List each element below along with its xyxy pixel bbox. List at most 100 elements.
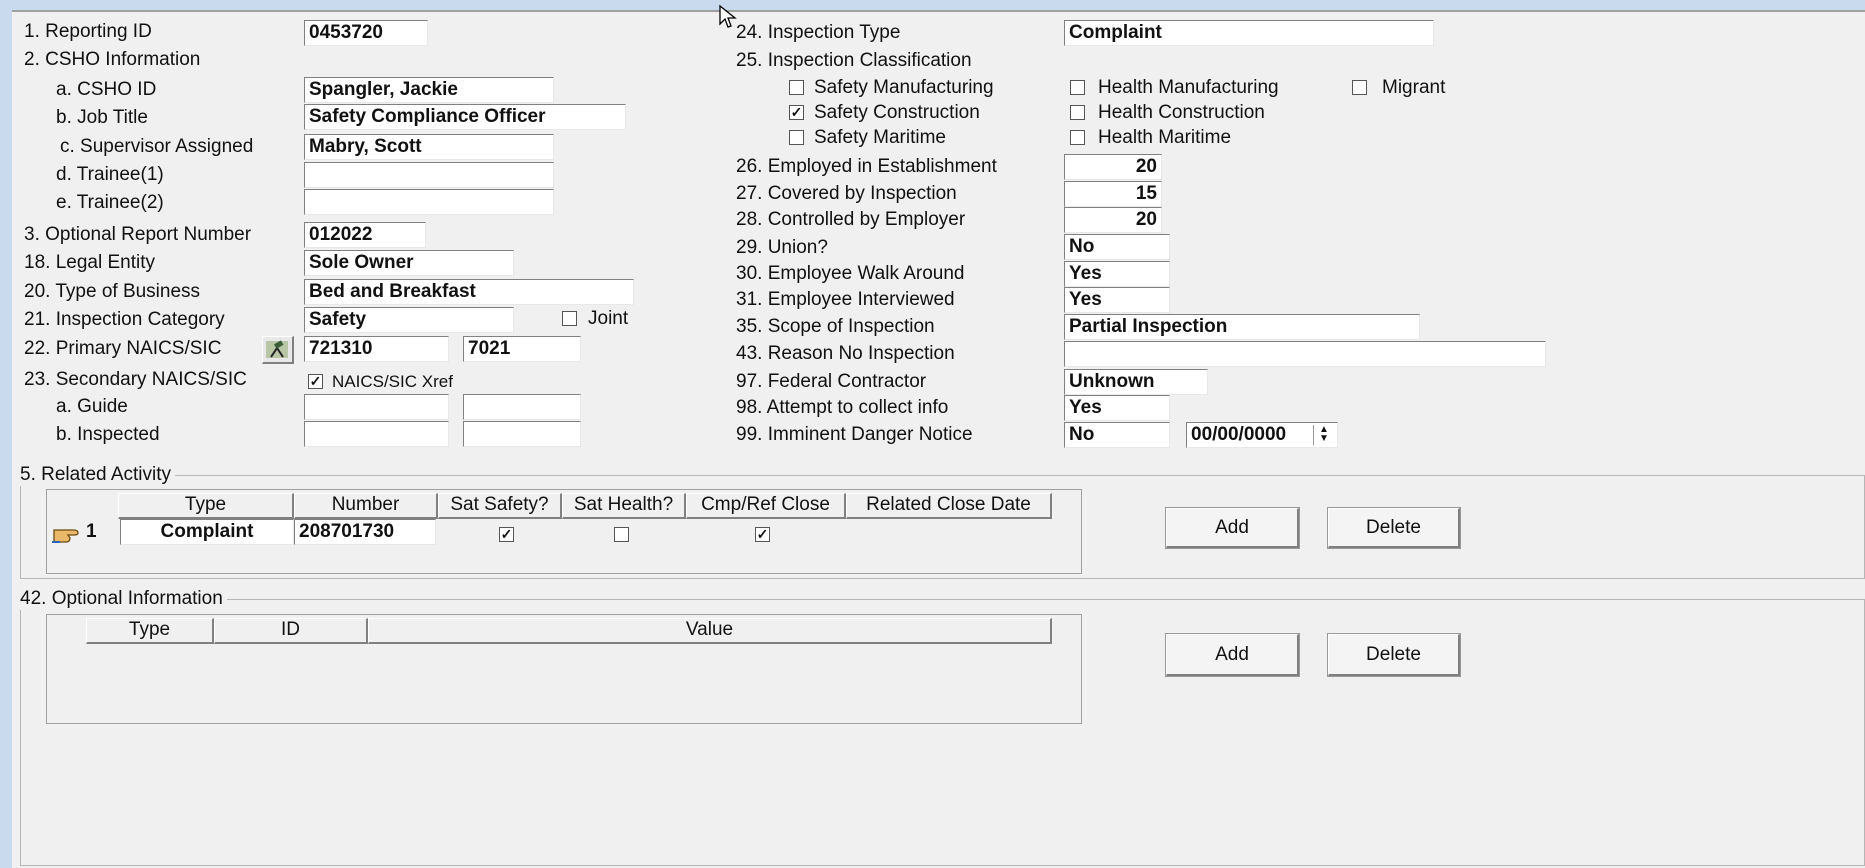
col-header-sat-health[interactable]: Sat Health? (562, 493, 686, 519)
joint-checkbox[interactable] (562, 311, 577, 326)
naics-xref-checkbox[interactable]: ✓ (308, 374, 323, 389)
row-sat-health-checkbox[interactable] (614, 527, 629, 542)
health-maritime-label: Health Maritime (1098, 127, 1232, 148)
inspected-naics-field[interactable] (304, 421, 449, 447)
guide-sic-field[interactable] (463, 394, 581, 420)
imminent-danger-date: 00/00/0000 (1191, 424, 1287, 445)
guide-naics-field[interactable] (304, 394, 449, 420)
health-construction-label: Health Construction (1098, 102, 1265, 123)
trainee1-field[interactable] (304, 162, 554, 188)
inspection-classification-label: 25. Inspection Classification (736, 50, 972, 71)
inspection-type-label: 24. Inspection Type (736, 22, 901, 43)
safety-maritime-checkbox[interactable] (789, 130, 804, 145)
supervisor-field[interactable]: Mabry, Scott (304, 134, 554, 160)
trainee2-label: e. Trainee(2) (56, 192, 164, 213)
row-type-cell[interactable]: Complaint (120, 519, 294, 545)
inspection-category-label: 21. Inspection Category (24, 309, 225, 330)
optional-information-add-button[interactable]: Add (1165, 633, 1300, 677)
safety-manufacturing-label: Safety Manufacturing (814, 77, 994, 98)
optional-information-title: 42. Optional Information (16, 588, 227, 610)
date-spinner-icon[interactable]: ▲ ▼ (1313, 425, 1334, 445)
interviewed-label: 31. Employee Interviewed (736, 289, 955, 310)
primary-naics-label: 22. Primary NAICS/SIC (24, 338, 222, 359)
trainee2-field[interactable] (304, 189, 554, 215)
imminent-danger-date-field[interactable]: 00/00/0000 ▲ ▼ (1186, 422, 1338, 448)
col-header-number[interactable]: Number (294, 493, 438, 519)
csho-id-field[interactable]: Spangler, Jackie (304, 77, 554, 103)
naics-xref-label: NAICS/SIC Xref (332, 372, 453, 391)
walk-around-field[interactable]: Yes (1064, 261, 1170, 287)
safety-maritime-label: Safety Maritime (814, 127, 946, 148)
csho-id-label: a. CSHO ID (56, 79, 157, 100)
attempt-collect-field[interactable]: Yes (1064, 395, 1170, 421)
table-row[interactable]: 1 Complaint 208701730 ✓ ✓ (48, 518, 1058, 546)
reporting-id-label: 1. Reporting ID (24, 21, 152, 42)
row-cmp-ref-close-checkbox[interactable]: ✓ (755, 527, 770, 542)
controlled-field[interactable]: 20 (1064, 207, 1162, 233)
safety-manufacturing-checkbox[interactable] (789, 80, 804, 95)
reason-no-inspection-label: 43. Reason No Inspection (736, 343, 955, 364)
related-activity-delete-button[interactable]: Delete (1327, 507, 1461, 549)
joint-label: Joint (588, 308, 629, 329)
naics-lookup-button[interactable] (262, 336, 294, 364)
safety-construction-label: Safety Construction (814, 102, 980, 123)
secondary-naics-label: 23. Secondary NAICS/SIC (24, 369, 247, 390)
health-construction-checkbox[interactable] (1070, 105, 1085, 120)
optional-report-number-field[interactable]: 012022 (304, 222, 426, 248)
related-activity-title: 5. Related Activity (16, 464, 176, 486)
type-of-business-field[interactable]: Bed and Breakfast (304, 279, 634, 305)
legal-entity-label: 18. Legal Entity (24, 252, 155, 273)
health-maritime-checkbox[interactable] (1070, 130, 1085, 145)
job-title-label: b. Job Title (56, 107, 148, 128)
col-header-sat-safety[interactable]: Sat Safety? (438, 493, 562, 519)
federal-contractor-field[interactable]: Unknown (1064, 369, 1208, 395)
reason-no-inspection-field[interactable] (1064, 341, 1546, 367)
attempt-collect-label: 98. Attempt to collect info (736, 397, 949, 418)
reporting-id-field[interactable]: 0453720 (304, 20, 428, 46)
job-title-field[interactable]: Safety Compliance Officer (304, 104, 626, 130)
union-label: 29. Union? (736, 237, 828, 258)
row-number-cell[interactable]: 208701730 (294, 519, 436, 545)
col-header-type[interactable]: Type (118, 493, 294, 519)
scope-label: 35. Scope of Inspection (736, 316, 935, 337)
legal-entity-field[interactable]: Sole Owner (304, 250, 514, 276)
migrant-checkbox[interactable] (1352, 80, 1367, 95)
employed-field[interactable]: 20 (1064, 154, 1162, 180)
opt-col-header-value[interactable]: Value (368, 618, 1052, 644)
row-sat-safety-checkbox[interactable]: ✓ (499, 527, 514, 542)
optional-report-number-label: 3. Optional Report Number (24, 224, 252, 245)
employed-label: 26. Employed in Establishment (736, 156, 997, 177)
covered-label: 27. Covered by Inspection (736, 183, 957, 204)
imminent-danger-label: 99. Imminent Danger Notice (736, 424, 973, 445)
primary-sic-field[interactable]: 7021 (463, 336, 581, 362)
type-of-business-label: 20. Type of Business (24, 281, 201, 302)
covered-field[interactable]: 15 (1064, 181, 1162, 207)
col-header-cmp-ref-close[interactable]: Cmp/Ref Close (686, 493, 846, 519)
optional-information-delete-button[interactable]: Delete (1327, 633, 1461, 677)
col-header-related-close-date[interactable]: Related Close Date (846, 493, 1052, 519)
trainee1-label: d. Trainee(1) (56, 164, 164, 185)
inspected-sic-field[interactable] (463, 421, 581, 447)
health-manufacturing-label: Health Manufacturing (1098, 77, 1279, 98)
federal-contractor-label: 97. Federal Contractor (736, 371, 927, 392)
opt-col-header-id[interactable]: ID (214, 618, 368, 644)
row-index: 1 (86, 521, 97, 542)
union-field[interactable]: No (1064, 234, 1170, 260)
interviewed-field[interactable]: Yes (1064, 287, 1170, 313)
walk-around-label: 30. Employee Walk Around (736, 263, 965, 284)
migrant-label: Migrant (1382, 77, 1446, 98)
health-manufacturing-checkbox[interactable] (1070, 80, 1085, 95)
csho-information-label: 2. CSHO Information (24, 49, 201, 70)
primary-naics-field[interactable]: 721310 (304, 336, 449, 362)
controlled-label: 28. Controlled by Employer (736, 209, 966, 230)
supervisor-label: c. Supervisor Assigned (60, 136, 254, 157)
inspected-label: b. Inspected (56, 424, 160, 445)
related-activity-add-button[interactable]: Add (1165, 507, 1300, 549)
inspection-category-field[interactable]: Safety (304, 307, 514, 333)
scope-field[interactable]: Partial Inspection (1064, 314, 1420, 340)
imminent-danger-field[interactable]: No (1064, 422, 1170, 448)
opt-col-header-type[interactable]: Type (86, 618, 214, 644)
pointing-hand-icon (52, 529, 79, 543)
safety-construction-checkbox[interactable]: ✓ (789, 105, 804, 120)
inspection-type-field[interactable]: Complaint (1064, 20, 1434, 46)
